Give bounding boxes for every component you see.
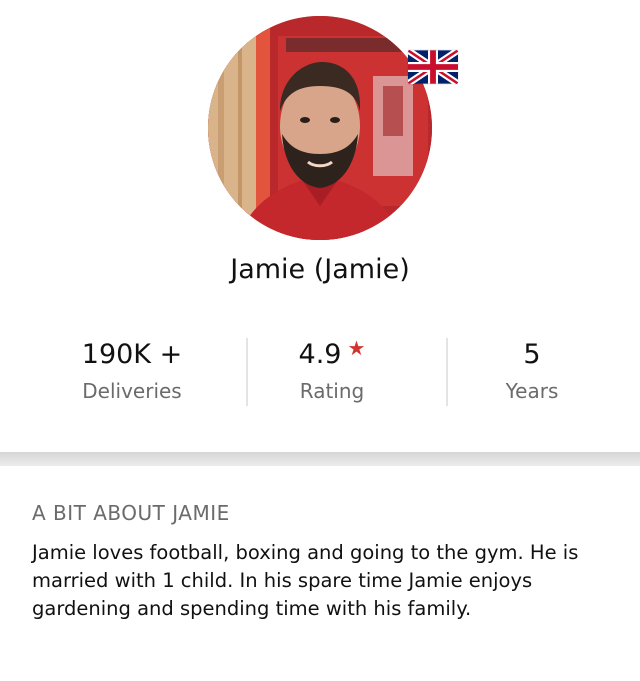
avatar-image <box>208 16 432 240</box>
about-heading: A BIT ABOUT JAMIE <box>32 501 230 525</box>
rating-value: 4.9 <box>298 339 342 370</box>
years-value: 5 <box>523 339 541 370</box>
rating-label: Rating <box>299 379 365 403</box>
stat-rating: 4.9 ★ Rating <box>232 334 432 410</box>
stat-deliveries: 190K + Deliveries <box>32 334 232 410</box>
stats-row: 190K + Deliveries 4.9 ★ Rating 5 Years <box>32 334 632 410</box>
stat-divider <box>246 338 248 406</box>
driver-name: Jamie (Jamie) <box>230 254 410 285</box>
driver-avatar <box>208 16 432 240</box>
driver-profile-page: Jamie (Jamie) 190K + Deliveries 4.9 ★ Rat… <box>0 0 640 681</box>
years-label: Years <box>505 379 559 403</box>
about-text: Jamie loves football, boxing and going t… <box>32 541 579 620</box>
star-icon: ★ <box>347 336 366 360</box>
section-separator <box>0 452 640 466</box>
deliveries-label: Deliveries <box>82 379 182 403</box>
deliveries-value: 190K + <box>81 339 183 370</box>
stat-divider <box>446 338 448 406</box>
uk-flag-icon <box>408 50 458 84</box>
stat-years: 5 Years <box>432 334 632 410</box>
rating-value-wrap: 4.9 ★ <box>232 336 432 375</box>
